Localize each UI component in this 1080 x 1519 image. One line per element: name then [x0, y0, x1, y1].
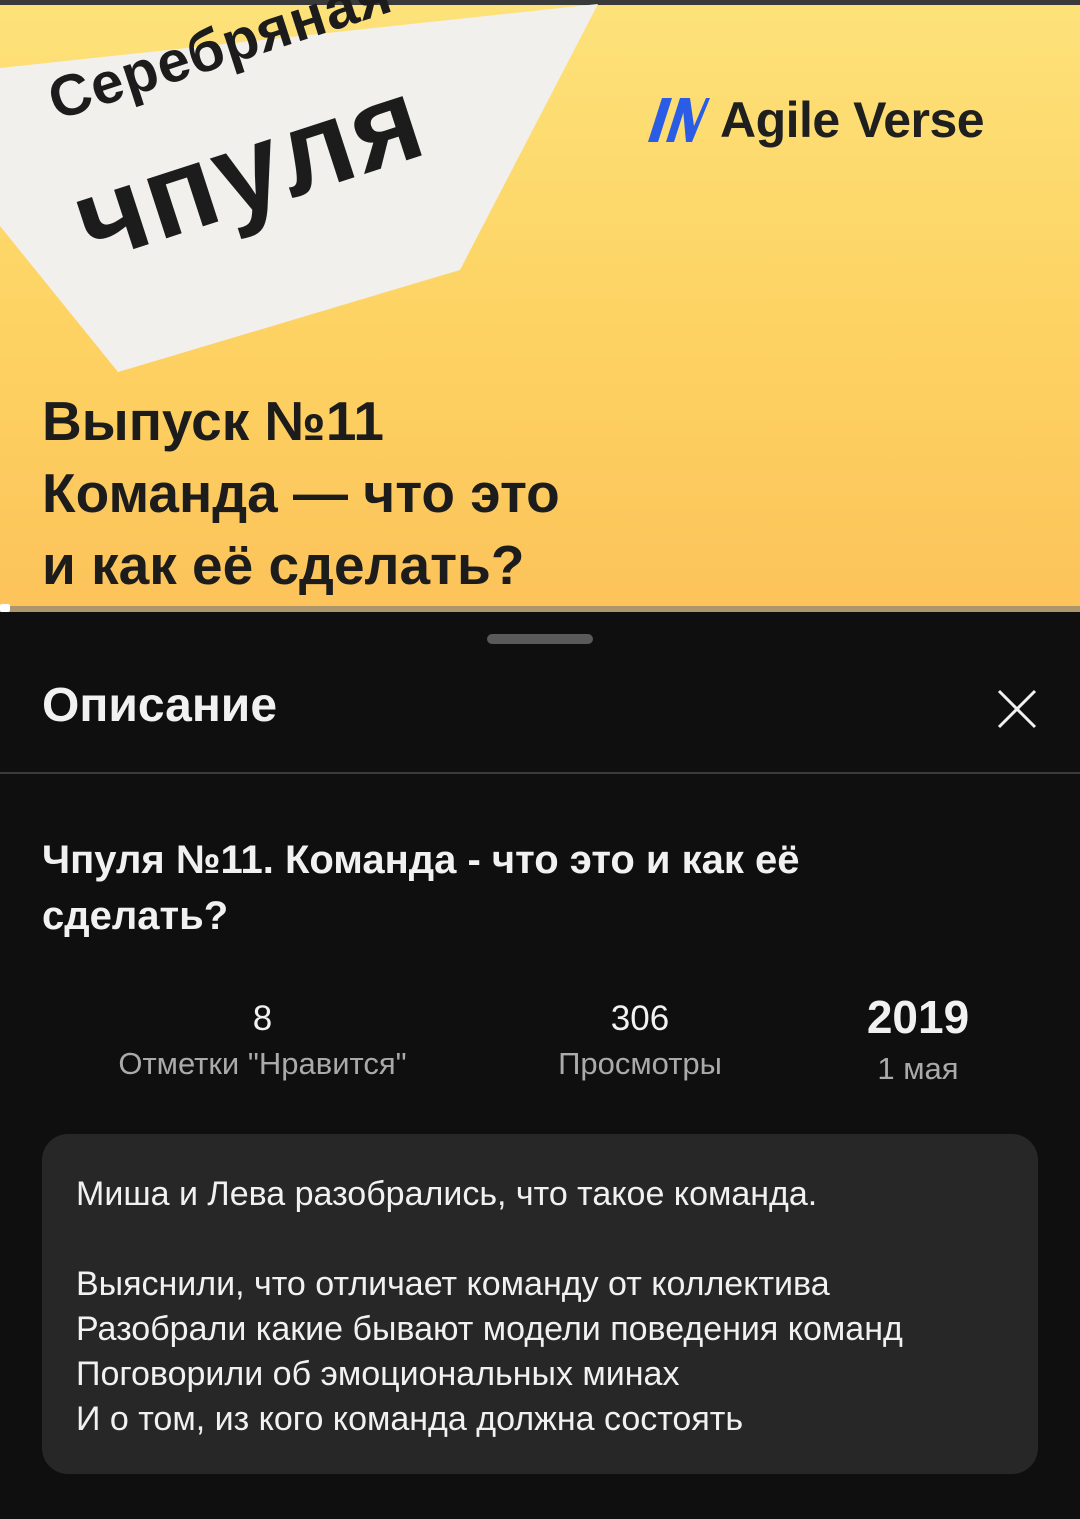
sheet-title: Описание [42, 679, 278, 732]
date-stat: 2019 1 мая [848, 991, 988, 1095]
description-line: Выяснили, что отличает команду от коллек… [76, 1265, 830, 1303]
episode-caption: Выпуск №11 Команда — что это и как её сд… [42, 385, 560, 601]
description-line: Разобрали какие бывают модели поведения … [76, 1310, 903, 1348]
video-stats: 8 Отметки "Нравится" 306 Просмотры 2019 … [0, 991, 1080, 1097]
description-line: Поговорили об эмоциональных минах [76, 1355, 680, 1393]
divider [0, 772, 1080, 774]
video-title: Чпуля №11. Команда - что это и как её сд… [42, 838, 800, 938]
agile-verse-logo-icon [648, 98, 710, 142]
likes-count: 8 [252, 999, 273, 1038]
episode-number: Выпуск №11 [42, 390, 384, 452]
publish-year: 2019 [866, 991, 970, 1043]
progress-handle[interactable] [0, 604, 10, 612]
video-player[interactable]: Серебряная чпуля Agile Verse Выпуск №11 … [0, 0, 1080, 612]
publish-date: 1 мая [877, 1051, 959, 1086]
views-stat: 306 Просмотры [540, 997, 740, 1087]
views-label: Просмотры [558, 1046, 722, 1081]
close-icon [997, 689, 1037, 729]
likes-stat: 8 Отметки "Нравится" [110, 997, 415, 1087]
views-count: 306 [610, 999, 670, 1038]
episode-topic-line1: Команда — что это [42, 462, 560, 524]
description-line: И о том, из кого команда должна состоять [76, 1400, 744, 1438]
description-sheet: Описание Чпуля №11. Команда - что это и … [0, 612, 1080, 1519]
close-button[interactable] [988, 680, 1046, 738]
logo-text: Agile Verse [720, 92, 985, 148]
description-box: Миша и Лева разобрались, что такое коман… [42, 1134, 1038, 1474]
likes-label: Отметки "Нравится" [118, 1046, 407, 1081]
drag-handle[interactable] [487, 634, 593, 644]
agile-verse-logo: Agile Verse [648, 88, 985, 152]
episode-topic-line2: и как её сделать? [42, 534, 525, 596]
description-line: Миша и Лева разобрались, что такое коман… [76, 1175, 818, 1213]
